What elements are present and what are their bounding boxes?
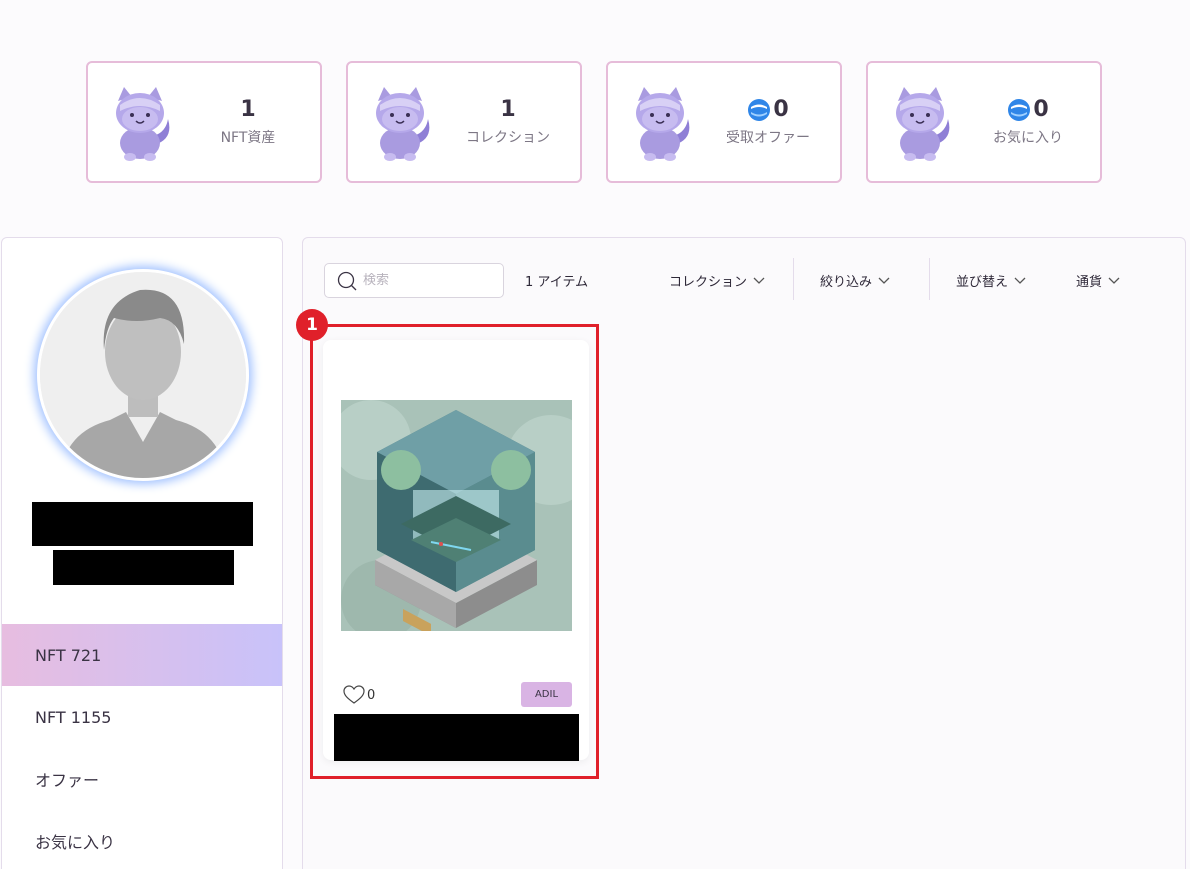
annotation-highlight-box: 1 <box>296 309 599 779</box>
sidebar-item-label: オファー <box>35 771 100 790</box>
default-avatar-icon <box>40 272 246 478</box>
filter-sort[interactable]: 並び替え <box>956 271 1026 290</box>
redacted-address <box>53 550 234 585</box>
item-count: 1 アイテム <box>525 275 589 290</box>
stat-label: お気に入り <box>993 130 1063 146</box>
stat-value: 0 <box>964 97 1092 123</box>
stats-row: 1 NFT資産 1 コレクション 0 受取オファー 0 お気に入り <box>86 61 1102 183</box>
coin-icon <box>748 99 771 121</box>
filter-refine[interactable]: 絞り込み <box>820 271 890 290</box>
filter-collection[interactable]: コレクション <box>669 271 765 290</box>
stat-card-collections: 1 コレクション <box>346 61 582 183</box>
stat-value: 0 <box>704 97 832 123</box>
mascot-icon <box>636 87 690 161</box>
sidebar-item-nft721[interactable]: NFT 721 <box>2 624 282 686</box>
filter-label: 並び替え <box>956 275 1009 290</box>
profile-sidebar: NFT 721 NFT 1155 オファー お気に入り <box>1 237 283 869</box>
chevron-down-icon <box>1108 277 1120 284</box>
divider <box>793 258 794 300</box>
mascot-icon <box>116 87 170 161</box>
stat-card-favorites: 0 お気に入り <box>866 61 1102 183</box>
coin-icon <box>1008 99 1031 121</box>
sidebar-item-favorites[interactable]: お気に入り <box>2 810 282 869</box>
stat-label: コレクション <box>466 130 550 146</box>
search-box[interactable] <box>324 263 504 298</box>
stat-label: NFT資産 <box>220 130 276 146</box>
sidebar-item-offers[interactable]: オファー <box>2 748 282 810</box>
avatar[interactable] <box>37 269 249 481</box>
mascot-icon <box>376 87 430 161</box>
stat-value: 1 <box>240 97 256 122</box>
sidebar-item-nft1155[interactable]: NFT 1155 <box>2 686 282 748</box>
nft-gallery-panel: 1 アイテム コレクション 絞り込み 並び替え 通貨 <box>296 237 1186 869</box>
filter-label: 通貨 <box>1076 275 1103 290</box>
stat-card-nft-assets: 1 NFT資産 <box>86 61 322 183</box>
sidebar-item-label: お気に入り <box>35 833 116 852</box>
search-input[interactable] <box>363 273 483 288</box>
annotation-number-badge: 1 <box>296 309 328 341</box>
sidebar-item-label: NFT 721 <box>35 645 102 665</box>
redacted-username <box>32 502 253 546</box>
search-icon <box>337 271 357 290</box>
stat-value-text: 0 <box>773 97 789 122</box>
sidebar-item-label: NFT 1155 <box>35 707 112 727</box>
divider <box>929 258 930 300</box>
filter-currency[interactable]: 通貨 <box>1076 271 1120 290</box>
stat-value: 1 <box>500 97 516 122</box>
filter-label: 絞り込み <box>820 275 873 290</box>
filter-label: コレクション <box>669 275 748 290</box>
chevron-down-icon <box>1014 277 1026 284</box>
chevron-down-icon <box>878 277 890 284</box>
mascot-icon <box>896 87 950 161</box>
stat-value-text: 0 <box>1033 97 1049 122</box>
stat-label: 受取オファー <box>726 130 810 146</box>
chevron-down-icon <box>753 277 765 284</box>
stat-card-received-offers: 0 受取オファー <box>606 61 842 183</box>
